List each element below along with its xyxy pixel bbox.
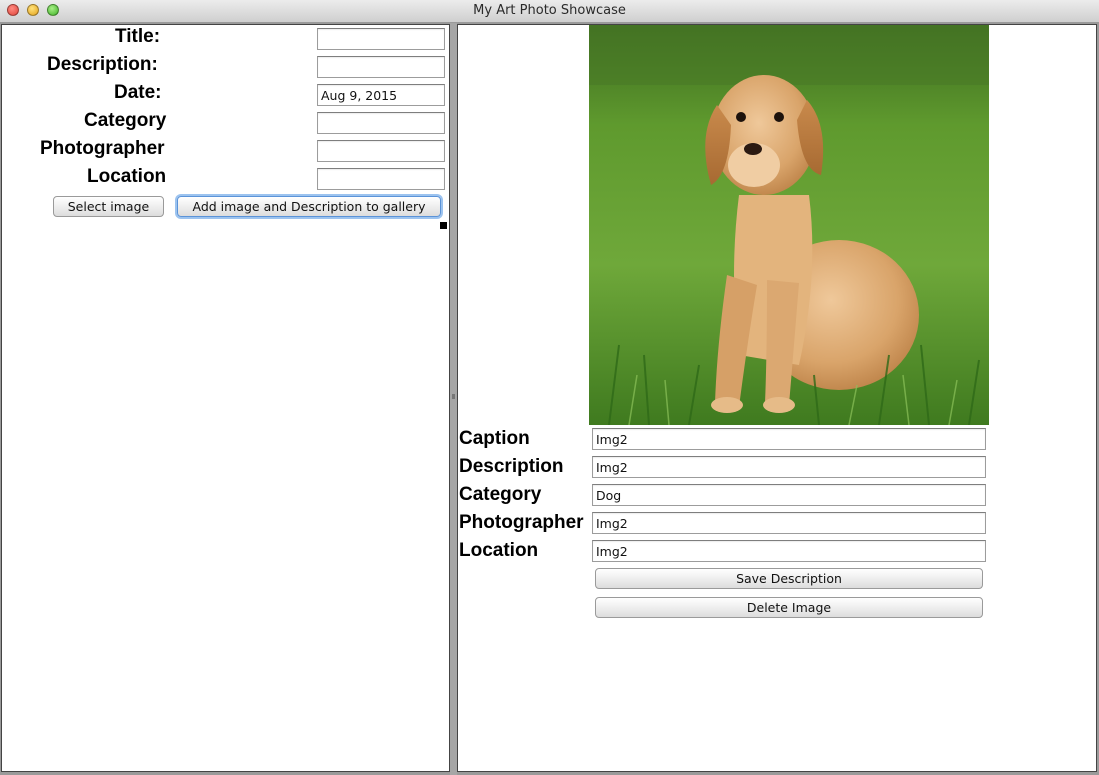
caption-label: Caption bbox=[459, 428, 530, 449]
resize-handle[interactable] bbox=[440, 222, 447, 229]
detail-description-input[interactable] bbox=[592, 456, 986, 478]
detail-photographer-label: Photographer bbox=[459, 512, 584, 533]
window-title: My Art Photo Showcase bbox=[473, 3, 626, 18]
description-label: Description: bbox=[47, 54, 158, 75]
detail-description-label: Description bbox=[459, 456, 564, 477]
delete-image-button[interactable]: Delete Image bbox=[595, 597, 983, 618]
gallery-photo bbox=[589, 25, 989, 425]
detail-location-label: Location bbox=[459, 540, 539, 561]
caption-input[interactable] bbox=[592, 428, 986, 450]
detail-category-input[interactable] bbox=[592, 484, 986, 506]
description-input[interactable] bbox=[317, 56, 445, 78]
location-input[interactable] bbox=[317, 168, 445, 190]
detail-location-input[interactable] bbox=[592, 540, 986, 562]
location-label: Location bbox=[87, 166, 167, 187]
photographer-input[interactable] bbox=[317, 140, 445, 162]
category-input[interactable] bbox=[317, 112, 445, 134]
category-label: Category bbox=[84, 110, 167, 131]
detail-photographer-input[interactable] bbox=[592, 512, 986, 534]
title-input[interactable] bbox=[317, 28, 445, 50]
save-description-button[interactable]: Save Description bbox=[595, 568, 983, 589]
window-title-bar: My Art Photo Showcase bbox=[0, 0, 1099, 23]
puppy-image bbox=[589, 25, 989, 425]
select-image-button[interactable]: Select image bbox=[53, 196, 164, 217]
split-pane-divider[interactable] bbox=[450, 23, 457, 775]
add-to-gallery-button[interactable]: Add image and Description to gallery bbox=[177, 196, 441, 217]
date-input[interactable] bbox=[317, 84, 445, 106]
title-label: Title: bbox=[115, 26, 161, 47]
date-label: Date: bbox=[114, 82, 162, 103]
entry-form-panel bbox=[1, 24, 450, 772]
detail-category-label: Category bbox=[459, 484, 542, 505]
divider-grip-icon bbox=[452, 394, 455, 399]
photographer-label: Photographer bbox=[40, 138, 165, 159]
